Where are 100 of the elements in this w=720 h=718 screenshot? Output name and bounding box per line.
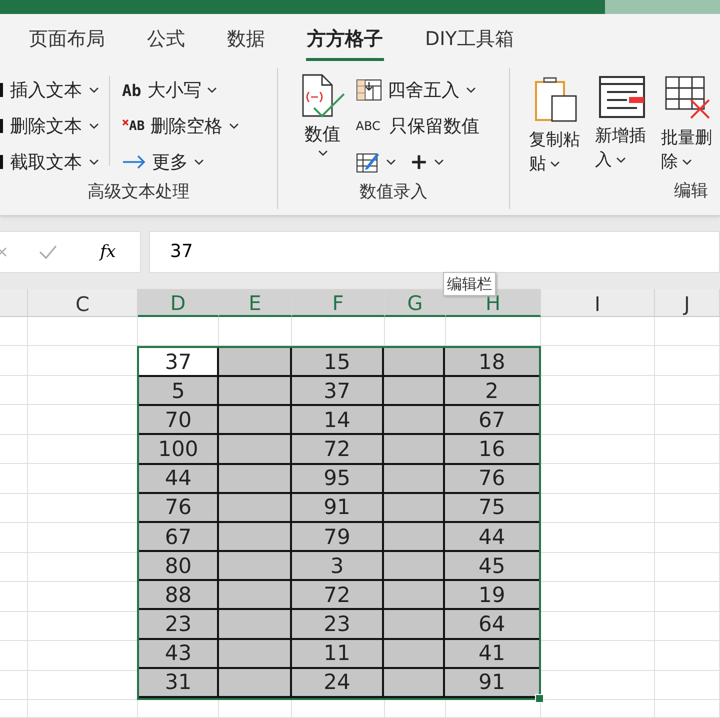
column-header — [0, 289, 28, 317]
empty-cell — [655, 552, 720, 582]
icon-text: ABC — [356, 119, 382, 133]
empty-cell — [0, 464, 28, 494]
table-cell: 2 — [444, 377, 539, 406]
text-tool-button[interactable]: 删除文本 — [0, 108, 99, 144]
table-cell: 67 — [444, 406, 539, 436]
caret-icon — [616, 157, 626, 164]
bar-icon — [0, 155, 3, 169]
empty-cell — [655, 700, 720, 718]
empty-cell — [655, 317, 720, 346]
table-cell: 11 — [292, 640, 384, 669]
clipboard-icon — [534, 76, 578, 122]
caret-icon — [386, 159, 396, 165]
table-cell: 5 — [139, 377, 220, 406]
ribbon-tab[interactable]: 公式 — [146, 20, 186, 60]
check-icon[interactable] — [38, 244, 58, 260]
caret-icon — [89, 123, 99, 129]
caret-icon — [89, 87, 99, 93]
text-tool-button[interactable]: 截取文本 — [0, 144, 99, 180]
value-tool-button[interactable]: 四舍五入 — [356, 72, 480, 108]
column-header[interactable]: E — [219, 289, 292, 317]
formula-input[interactable]: 37 — [149, 231, 720, 273]
empty-cell — [655, 376, 720, 405]
table-cell: 95 — [292, 464, 384, 494]
insert-function-button[interactable]: fx — [100, 242, 116, 262]
empty-cell — [0, 641, 28, 670]
icon-text: Ab — [122, 80, 142, 100]
ribbon-tab[interactable]: 页面布局 — [28, 20, 106, 60]
cross-icon — [122, 118, 129, 126]
column-header[interactable]: C — [28, 289, 138, 317]
table-cell: 23 — [292, 610, 384, 640]
empty-cell — [0, 700, 28, 718]
text-tool-button[interactable]: AB 删除空格 — [122, 108, 239, 144]
caret-icon — [466, 87, 476, 93]
column-header[interactable]: I — [541, 289, 655, 317]
value-tool-button[interactable]: ABC 只保留数值 — [356, 108, 480, 144]
ribbon-tab[interactable]: 数据 — [226, 20, 266, 60]
table-cell: 45 — [444, 552, 539, 582]
table-cell: 75 — [444, 494, 539, 523]
table-cell: 43 — [139, 640, 220, 669]
empty-cell — [0, 582, 28, 612]
table-cell: 80 — [139, 552, 220, 582]
table-cell: 70 — [139, 406, 220, 436]
column-header[interactable]: F — [292, 289, 385, 317]
table-cell: 100 — [139, 435, 220, 465]
empty-cell — [0, 494, 28, 523]
edit-button[interactable]: 复制粘贴 — [524, 68, 588, 179]
table-cell: 23 — [139, 610, 220, 640]
empty-cell — [655, 464, 720, 494]
table-icon — [356, 79, 382, 101]
empty-cell — [0, 612, 28, 641]
caret-icon — [550, 161, 560, 168]
empty-cell — [655, 641, 720, 670]
caret-icon — [228, 123, 239, 129]
empty-cell — [655, 612, 720, 641]
table-cell: 91 — [292, 494, 384, 523]
icon-text: AB — [129, 118, 145, 134]
column-header[interactable]: G — [385, 289, 446, 317]
add-button[interactable]: + — [410, 144, 444, 180]
group-label: 数值录入 — [358, 181, 428, 204]
lines-icon — [599, 76, 645, 118]
column-header[interactable]: D — [138, 289, 219, 317]
edit-button[interactable]: 新增插入 — [590, 68, 654, 179]
empty-cell — [655, 405, 720, 434]
caret-icon — [207, 87, 218, 93]
empty-cell — [655, 670, 720, 700]
ribbon-tab[interactable]: 方方格子 — [306, 20, 384, 60]
table-cell: 18 — [444, 348, 539, 378]
caret-icon — [682, 159, 692, 166]
table-cell: 14 — [292, 406, 384, 436]
text-tool-button[interactable]: Ab 大小写 — [122, 72, 239, 108]
bar-icon — [0, 119, 3, 133]
table-cell: 88 — [139, 581, 220, 610]
empty-cell — [655, 523, 720, 552]
table-cell: 67 — [139, 522, 220, 552]
table-delete-icon — [665, 76, 711, 120]
edit-button[interactable]: 批量删除 — [656, 68, 720, 179]
empty-cell — [0, 376, 28, 405]
text-tool-button[interactable]: 更多 — [122, 144, 239, 180]
table-cell: 44 — [139, 464, 220, 494]
table-cell: 37 — [139, 348, 220, 378]
table-pencil-icon — [356, 151, 380, 173]
group-label: 编辑 — [673, 180, 709, 203]
column-header[interactable]: J — [655, 289, 720, 317]
table-cell: 64 — [444, 610, 539, 640]
tooltip: 编辑栏 — [443, 272, 496, 296]
text-tool-button[interactable]: 插入文本 — [0, 72, 99, 108]
bar-icon — [0, 83, 3, 97]
empty-cell — [655, 434, 720, 464]
caret-icon — [434, 159, 444, 165]
table-cell: 79 — [292, 522, 384, 552]
caret-icon — [194, 159, 204, 165]
value-button[interactable]: 数值 — [278, 68, 356, 180]
ribbon-tab[interactable]: DIY工具箱 — [424, 20, 515, 60]
document-check-icon — [300, 74, 346, 118]
table-cell: 44 — [444, 522, 539, 552]
empty-cell — [385, 700, 446, 718]
fill-handle[interactable] — [535, 694, 544, 703]
table-cell: 15 — [292, 348, 384, 378]
